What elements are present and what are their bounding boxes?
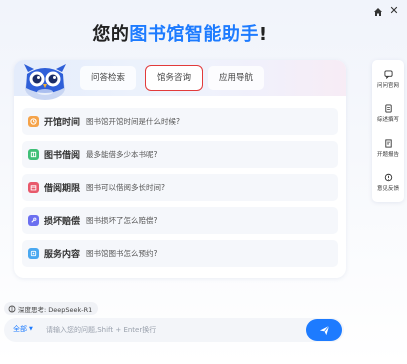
side-toolbar: 问问官网 综述撰写 开题报告 意见反馈 — [372, 60, 404, 202]
question-text: 图书馆开馆时间是什么时候? — [86, 117, 180, 126]
scope-dropdown[interactable]: 全部 ▼ — [13, 324, 33, 334]
tab-label: 馆务咨询 — [156, 73, 191, 83]
question-text: 图书损坏了怎么赔偿? — [86, 216, 158, 225]
scope-label: 全部 — [13, 325, 27, 333]
calendar-icon — [28, 182, 39, 193]
question-input[interactable] — [46, 322, 296, 338]
model-label: 深度思考: DeepSeek-R1 — [18, 305, 93, 314]
book-icon — [28, 149, 39, 160]
sidebar-item-label: 意见反馈 — [376, 185, 399, 192]
question-text: 最多能借多少本书呢? — [86, 150, 158, 159]
sidebar-item-proposal-report[interactable]: 开题报告 — [372, 133, 404, 163]
tab-label: 应用导航 — [218, 73, 253, 83]
question-text: 图书馆图书怎么预约? — [86, 249, 158, 258]
sidebar-item-label: 问问官网 — [376, 82, 399, 89]
question-title: 开馆时间 — [44, 118, 81, 128]
tab-library-consult[interactable]: 馆务咨询 — [145, 65, 203, 91]
send-icon — [319, 325, 329, 335]
title-prefix: 您的 — [92, 24, 130, 45]
report-icon — [384, 138, 392, 148]
wrench-icon — [28, 215, 39, 226]
chevron-down-icon: ▼ — [29, 326, 33, 332]
title-suffix: ! — [258, 24, 268, 45]
owl-mascot-icon — [24, 64, 66, 100]
tab-label: 问答检索 — [90, 73, 125, 83]
sidebar-item-label: 开题报告 — [376, 151, 399, 158]
page-title: 您的图书馆智能助手! — [0, 20, 360, 46]
tab-app-navigation[interactable]: 应用导航 — [208, 66, 264, 90]
model-selector[interactable]: 深度思考: DeepSeek-R1 — [4, 302, 99, 315]
question-item[interactable]: 损坏赔偿 图书损坏了怎么赔偿? — [22, 207, 338, 234]
sidebar-item-feedback[interactable]: 意见反馈 — [372, 167, 404, 197]
question-item[interactable]: 借阅期限 图书可以借阅多长时间? — [22, 174, 338, 201]
sidebar-item-official-site[interactable]: 问问官网 — [372, 64, 404, 94]
close-button[interactable]: ✕ — [387, 4, 401, 18]
close-icon: ✕ — [389, 4, 399, 17]
tab-qa-search[interactable]: 问答检索 — [80, 66, 136, 90]
service-icon — [28, 248, 39, 259]
home-button[interactable] — [371, 5, 385, 19]
sidebar-item-review-writing[interactable]: 综述撰写 — [372, 98, 404, 128]
home-icon — [374, 8, 382, 16]
question-title: 损坏赔偿 — [44, 217, 81, 227]
title-highlight: 图书馆智能助手 — [129, 24, 259, 45]
question-title: 借阅期限 — [44, 184, 81, 194]
doc-edit-icon — [384, 103, 392, 113]
question-text: 图书可以借阅多长时间? — [86, 183, 165, 192]
question-title: 服务内容 — [44, 250, 81, 260]
clock-icon — [28, 116, 39, 127]
brain-icon — [8, 305, 16, 312]
question-item[interactable]: 开馆时间 图书馆开馆时间是什么时候? — [22, 108, 338, 135]
sidebar-item-label: 综述撰写 — [376, 116, 399, 123]
chat-input-bar: 全部 ▼ — [4, 318, 344, 342]
question-item[interactable]: 图书借阅 最多能借多少本书呢? — [22, 141, 338, 168]
send-button[interactable] — [306, 319, 342, 341]
feedback-icon — [384, 173, 392, 181]
question-title: 图书借阅 — [44, 151, 81, 161]
main-panel: 问答检索 馆务咨询 应用导航 开馆时间 图书馆开馆时间是什么时候? 图书借阅 最… — [14, 60, 346, 278]
globe-chat-icon — [383, 69, 393, 79]
question-item[interactable]: 服务内容 图书馆图书怎么预约? — [22, 240, 338, 267]
